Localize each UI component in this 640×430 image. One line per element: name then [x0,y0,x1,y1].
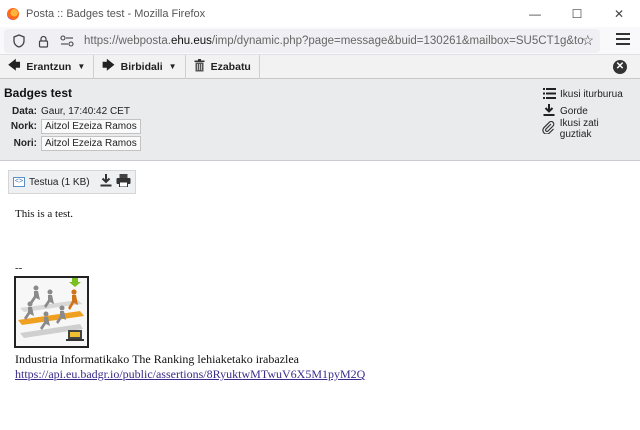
view-source-link[interactable]: Ikusi iturburua [542,86,632,103]
to-row: Nori: Aitzol Ezeiza Ramos [7,136,141,151]
url-domain: ehu.eus [170,35,212,47]
download-icon[interactable] [100,174,112,190]
hamburger-menu-icon[interactable] [616,33,630,48]
shield-icon[interactable] [10,32,28,50]
lock-icon[interactable] [34,32,52,50]
message-subject: Badges test [4,86,73,100]
download-icon [542,104,556,119]
from-label: Nork: [10,121,37,132]
date-value: Gaur, 17:40:42 CET [41,106,130,117]
minimize-button[interactable]: — [514,0,556,27]
close-message-icon[interactable]: ✕ [613,60,627,74]
from-address[interactable]: Aitzol Ezeiza Ramos [41,119,141,134]
message-toolbar: 🡄 Erantzun ▼ 🡆 Birbidali ▼ Ezabatu ✕ [0,54,640,79]
date-label: Data: [11,106,37,117]
window-title: Posta :: Badges test - Mozilla Firefox [26,7,206,20]
date-row: Data: Gaur, 17:40:42 CET [7,106,130,117]
delete-label: Ezabatu [210,60,251,73]
reply-label: Erantzun [26,60,72,73]
view-all-parts-link[interactable]: Ikusi zati guztiak [542,117,632,140]
reply-button[interactable]: 🡄 Erantzun ▼ [0,54,95,79]
maximize-button[interactable]: ☐ [556,0,598,27]
signature-text: Industria Informatikako The Ranking lehi… [15,352,300,366]
print-icon[interactable] [116,174,131,190]
attachment-name[interactable]: Testua (1 KB) [29,177,90,188]
close-window-button[interactable]: ✕ [598,0,640,27]
from-row: Nork: Aitzol Ezeiza Ramos [7,119,141,134]
url-prefix: https://webposta. [84,35,171,47]
url-text[interactable]: https://webposta.ehu.eus/imp/dynamic.php… [84,35,584,47]
forward-button[interactable]: 🡆 Birbidali ▼ [94,54,186,79]
paperclip-icon [542,120,556,137]
firefox-logo-icon [7,7,19,20]
view-source-label: Ikusi iturburua [560,89,623,100]
url-rest: /imp/dynamic.php?page=message&buid=13026… [211,35,584,47]
bookmark-star-icon[interactable]: ☆ [581,32,594,49]
badge-assertion-link[interactable]: https://api.eu.badgr.io/public/assertion… [15,367,365,382]
attachment-bar: <> Testua (1 KB) [8,170,136,194]
list-icon [542,87,556,102]
message-header: Badges test Data: Gaur, 17:40:42 CET Nor… [0,79,640,161]
save-label: Gorde [560,106,588,117]
caret-down-icon[interactable]: ▼ [77,62,85,71]
view-all-parts-label: Ikusi zati guztiak [559,117,599,140]
badge-image [14,276,89,348]
arrow-left-icon: 🡄 [8,58,21,72]
window-controls: — ☐ ✕ [514,0,640,27]
permissions-icon[interactable] [58,32,76,50]
text-document-icon: <> [13,177,25,187]
arrow-right-icon: 🡆 [102,58,115,72]
message-body-text: This is a test. [15,208,74,220]
url-bar[interactable]: https://webposta.ehu.eus/imp/dynamic.php… [4,29,600,53]
to-address[interactable]: Aitzol Ezeiza Ramos [41,136,141,151]
caret-down-icon[interactable]: ▼ [169,62,177,71]
delete-button[interactable]: Ezabatu [186,54,260,79]
header-actions: Ikusi iturburua Gorde Ikusi zati guztiak [542,86,632,140]
trash-icon [194,58,205,75]
window-titlebar: Posta :: Badges test - Mozilla Firefox —… [0,0,640,27]
forward-label: Birbidali [120,60,163,73]
to-label: Nori: [13,138,37,149]
navigation-bar: https://webposta.ehu.eus/imp/dynamic.php… [0,27,640,55]
signature-separator: -- [15,262,23,274]
